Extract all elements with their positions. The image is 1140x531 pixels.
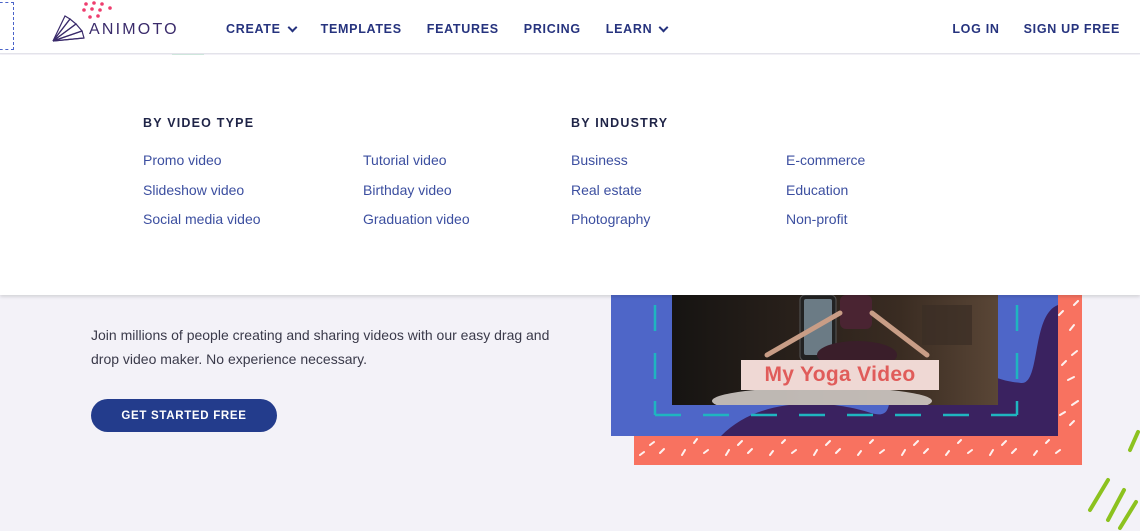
fan-logo-icon xyxy=(52,15,85,42)
menu-link-promo-video[interactable]: Promo video xyxy=(143,152,261,182)
menu-link-slideshow-video[interactable]: Slideshow video xyxy=(143,182,261,212)
menu-link-graduation-video[interactable]: Graduation video xyxy=(363,211,470,241)
grass-strokes-decoration xyxy=(1088,430,1140,530)
nav-features[interactable]: FEATURES xyxy=(427,22,499,36)
nav-learn[interactable]: LEARN xyxy=(605,22,669,36)
industry-list-1: Business Real estate Photography xyxy=(571,152,650,241)
get-started-free-button[interactable]: GET STARTED FREE xyxy=(91,399,277,432)
video-type-list-1: Promo video Slideshow video Social media… xyxy=(143,152,261,241)
menu-link-business[interactable]: Business xyxy=(571,152,650,182)
nav-templates-label: TEMPLATES xyxy=(320,22,402,36)
nav-pricing[interactable]: PRICING xyxy=(524,22,581,36)
menu-link-tutorial-video[interactable]: Tutorial video xyxy=(363,152,470,182)
industry-list-2: E-commerce Education Non-profit xyxy=(786,152,865,241)
nav-templates[interactable]: TEMPLATES xyxy=(321,22,402,36)
sign-up-free-link[interactable]: SIGN UP FREE xyxy=(1024,22,1120,36)
video-title-label: My Yoga Video xyxy=(741,360,939,390)
nav-features-label: FEATURES xyxy=(426,22,499,36)
menu-link-non-profit[interactable]: Non-profit xyxy=(786,211,865,241)
site-header: ANIMOTO CREATE TEMPLATES FEATURES PRICIN… xyxy=(0,0,1140,54)
menu-link-real-estate[interactable]: Real estate xyxy=(571,182,650,212)
menu-link-birthday-video[interactable]: Birthday video xyxy=(363,182,470,212)
menu-link-photography[interactable]: Photography xyxy=(571,211,650,241)
hero-description: Join millions of people creating and sha… xyxy=(91,327,550,367)
by-video-type-heading: BY VIDEO TYPE xyxy=(143,116,255,130)
animoto-logo[interactable]: ANIMOTO xyxy=(52,14,179,42)
nav-learn-label: LEARN xyxy=(605,22,653,36)
menu-link-social-media-video[interactable]: Social media video xyxy=(143,211,261,241)
dashed-outline-decoration xyxy=(0,2,14,50)
by-industry-heading: BY INDUSTRY xyxy=(571,116,669,130)
brand-name: ANIMOTO xyxy=(89,21,179,38)
create-dropdown-menu: BY VIDEO TYPE Promo video Slideshow vide… xyxy=(0,55,1140,295)
nav-create[interactable]: CREATE xyxy=(226,22,298,36)
chevron-down-icon xyxy=(287,22,298,32)
log-in-link[interactable]: LOG IN xyxy=(952,22,999,36)
chevron-down-icon xyxy=(658,22,669,32)
menu-link-education[interactable]: Education xyxy=(786,182,865,212)
main-nav: CREATE TEMPLATES FEATURES PRICING LEARN xyxy=(226,22,692,36)
nav-create-label: CREATE xyxy=(226,22,281,36)
nav-pricing-label: PRICING xyxy=(523,22,581,36)
video-type-list-2: Tutorial video Birthday video Graduation… xyxy=(363,152,470,241)
menu-link-e-commerce[interactable]: E-commerce xyxy=(786,152,865,182)
account-nav: LOG IN SIGN UP FREE xyxy=(928,22,1120,36)
